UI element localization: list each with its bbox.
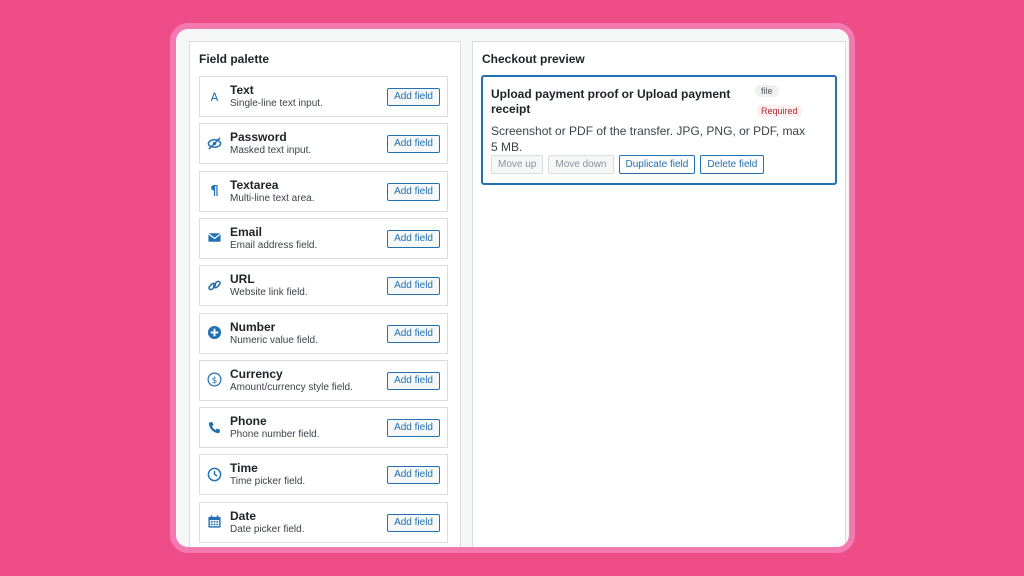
- phone-icon: [206, 419, 222, 435]
- palette-field-phone: Phone Phone number field. Add field: [199, 407, 448, 449]
- svg-text:$: $: [211, 376, 217, 386]
- password-icon: [206, 135, 222, 151]
- palette-field-time: Time Time picker field. Add field: [199, 454, 448, 496]
- palette-field-name: URL: [230, 272, 255, 287]
- app-frame: Field palette A Text Single-line text inpu…: [170, 23, 855, 553]
- palette-field-name: Text: [230, 83, 254, 97]
- email-icon: [206, 230, 222, 246]
- palette-title: Field palette: [199, 52, 270, 66]
- palette-field-name: Phone: [230, 414, 267, 429]
- palette-field-date: Date Date picker field. Add field: [199, 501, 448, 543]
- palette-field-currency: $ Currency Amount/currency style field. Add…: [199, 359, 448, 401]
- palette-field-password: Password Masked text input. Add field: [199, 123, 448, 165]
- move-down-button[interactable]: Move down: [548, 155, 614, 174]
- add-field-button[interactable]: Add field: [387, 277, 440, 296]
- palette-field-name: Date: [230, 508, 257, 523]
- add-field-button[interactable]: Add field: [387, 182, 440, 201]
- add-field-button[interactable]: Add field: [387, 229, 440, 248]
- svg-text:A: A: [210, 91, 218, 104]
- link-icon: [206, 277, 222, 293]
- calendar-icon: [206, 514, 222, 530]
- palette-field-name: Time: [230, 461, 258, 476]
- add-field-button[interactable]: Add field: [387, 513, 440, 532]
- palette-field-description: Masked text input.: [230, 145, 312, 157]
- field-card-title: Upload payment proof or Upload payment r…: [491, 87, 731, 116]
- palette-field-email: Email Email address field. Add field: [199, 217, 448, 259]
- preview-field-card[interactable]: Upload payment proof or Upload payment r…: [481, 75, 837, 185]
- palette-field-description: Website link field.: [230, 287, 308, 299]
- add-field-button[interactable]: Add field: [387, 88, 440, 106]
- palette-field-name: Password: [230, 130, 287, 145]
- preview-title: Checkout preview: [482, 52, 585, 66]
- svg-text:¶: ¶: [210, 184, 218, 198]
- add-field-button[interactable]: Add field: [387, 324, 440, 343]
- add-field-button[interactable]: Add field: [387, 466, 440, 485]
- move-up-button[interactable]: Move up: [491, 155, 544, 174]
- paragraph-icon: ¶: [206, 183, 222, 199]
- palette-field-name: Currency: [230, 366, 283, 381]
- text-icon: A: [206, 88, 222, 104]
- checkout-preview-panel: Checkout preview Upload payment proof or…: [472, 41, 846, 547]
- palette-field-url: URL Website link field. Add field: [199, 265, 448, 307]
- add-field-button[interactable]: Add field: [387, 135, 440, 154]
- field-card-actions: Move up Move down Duplicate field Delete…: [491, 155, 765, 174]
- palette-field-name: Email: [230, 224, 263, 239]
- palette-field-description: Multi-line text area.: [230, 192, 315, 204]
- palette-field-number: Number Numeric value field. Add field: [199, 312, 448, 354]
- palette-field-description: Phone number field.: [230, 429, 320, 441]
- palette-field-description: Single-line text input.: [230, 98, 323, 109]
- field-type-badge: file: [755, 85, 779, 97]
- palette-field-name: Number: [230, 319, 276, 334]
- palette-field-text: A Text Single-line text input. Add field: [199, 76, 448, 117]
- field-palette-panel: Field palette A Text Single-line text inpu…: [189, 41, 461, 547]
- palette-field-description: Email address field.: [230, 239, 318, 251]
- palette-field-description: Time picker field.: [230, 476, 306, 488]
- duplicate-field-button[interactable]: Duplicate field: [618, 155, 696, 174]
- field-card-description: Screenshot or PDF of the transfer. JPG, …: [491, 124, 806, 154]
- add-field-button[interactable]: Add field: [387, 371, 440, 390]
- add-field-button[interactable]: Add field: [387, 419, 440, 438]
- dollar-icon: $: [206, 372, 222, 388]
- palette-field-description: Amount/currency style field.: [230, 381, 353, 393]
- delete-field-button[interactable]: Delete field: [700, 155, 765, 174]
- clock-icon: [206, 466, 222, 482]
- required-badge: Required: [757, 105, 802, 117]
- plus-circle-icon: [206, 325, 222, 341]
- palette-field-description: Date picker field.: [230, 523, 305, 535]
- palette-field-name: Textarea: [230, 177, 279, 192]
- palette-field-description: Numeric value field.: [230, 334, 318, 346]
- palette-field-textarea: ¶ Textarea Multi-line text area. Add field: [199, 170, 448, 212]
